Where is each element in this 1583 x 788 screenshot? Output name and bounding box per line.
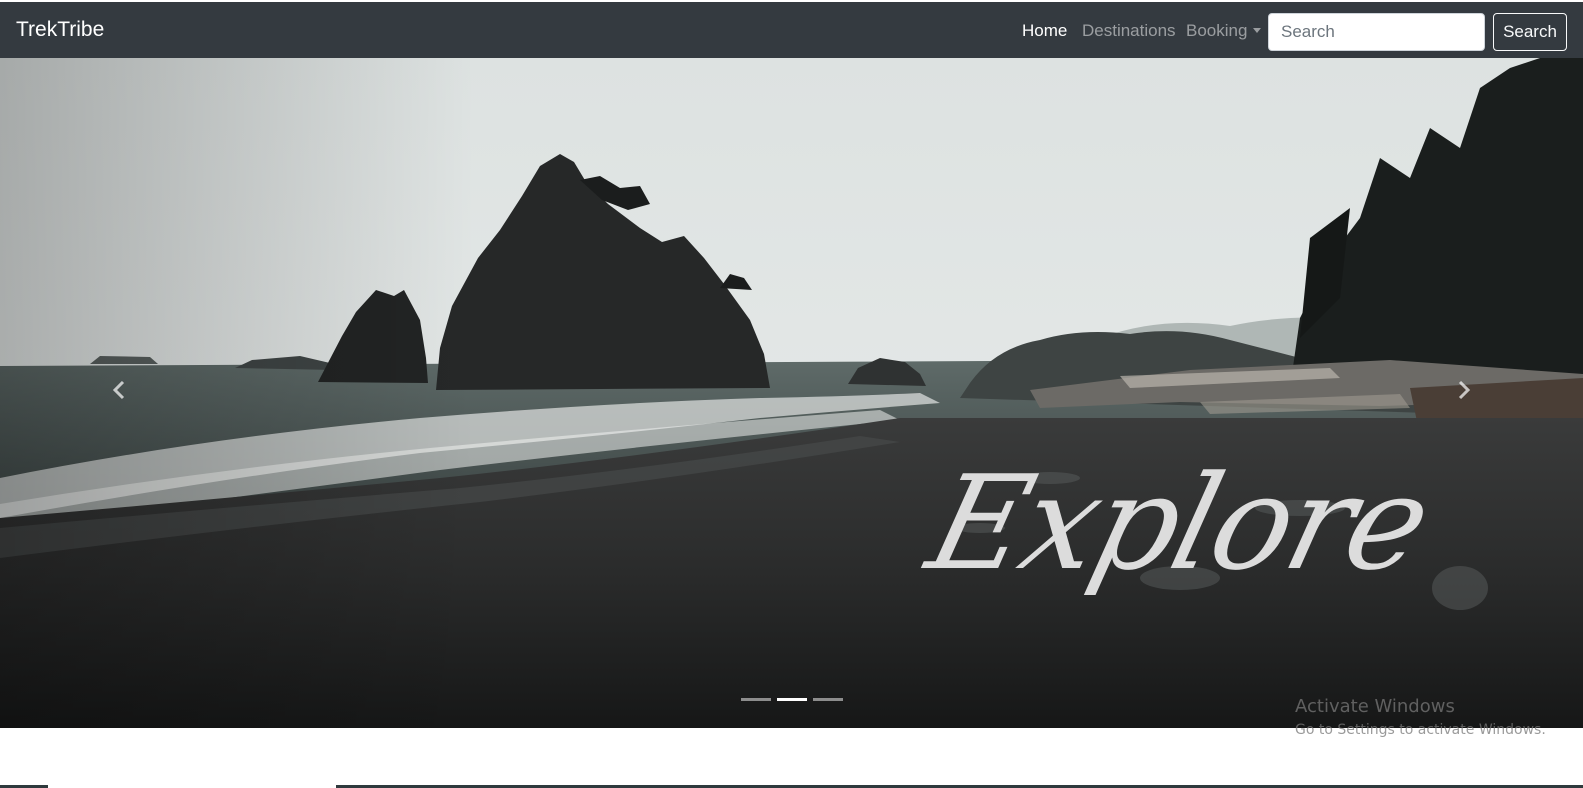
brand-logo[interactable]: TrekTribe — [16, 15, 104, 45]
beach-slide-image — [0, 58, 1583, 728]
caret-down-icon — [1253, 28, 1262, 33]
carousel-next-control[interactable] — [1443, 370, 1483, 410]
carousel-indicator-1[interactable] — [741, 698, 771, 701]
caption-text: Explore — [915, 447, 1443, 599]
carousel-prev-control[interactable] — [100, 370, 140, 410]
search-input[interactable] — [1268, 13, 1485, 51]
chevron-right-icon — [1458, 380, 1471, 400]
carousel-indicators — [741, 698, 843, 701]
slide-caption: Explore — [915, 438, 1442, 628]
nav-link-booking[interactable]: Booking — [1186, 19, 1262, 43]
nav-link-destinations[interactable]: Destinations — [1082, 19, 1176, 43]
carousel-indicator-3[interactable] — [813, 698, 843, 701]
watermark-subtitle: Go to Settings to activate Windows. — [1295, 722, 1546, 738]
nav-link-home[interactable]: Home — [1022, 19, 1067, 43]
hero-carousel: Explore — [0, 58, 1583, 728]
activate-windows-watermark: Activate Windows Go to Settings to activ… — [1295, 696, 1575, 740]
chevron-left-icon — [112, 380, 125, 400]
navbar: TrekTribe Home Destinations Booking Sear… — [0, 2, 1583, 58]
watermark-title: Activate Windows — [1295, 696, 1455, 717]
search-button[interactable]: Search — [1493, 13, 1567, 51]
carousel-indicator-2[interactable] — [777, 698, 807, 701]
booking-label: Booking — [1186, 21, 1248, 40]
